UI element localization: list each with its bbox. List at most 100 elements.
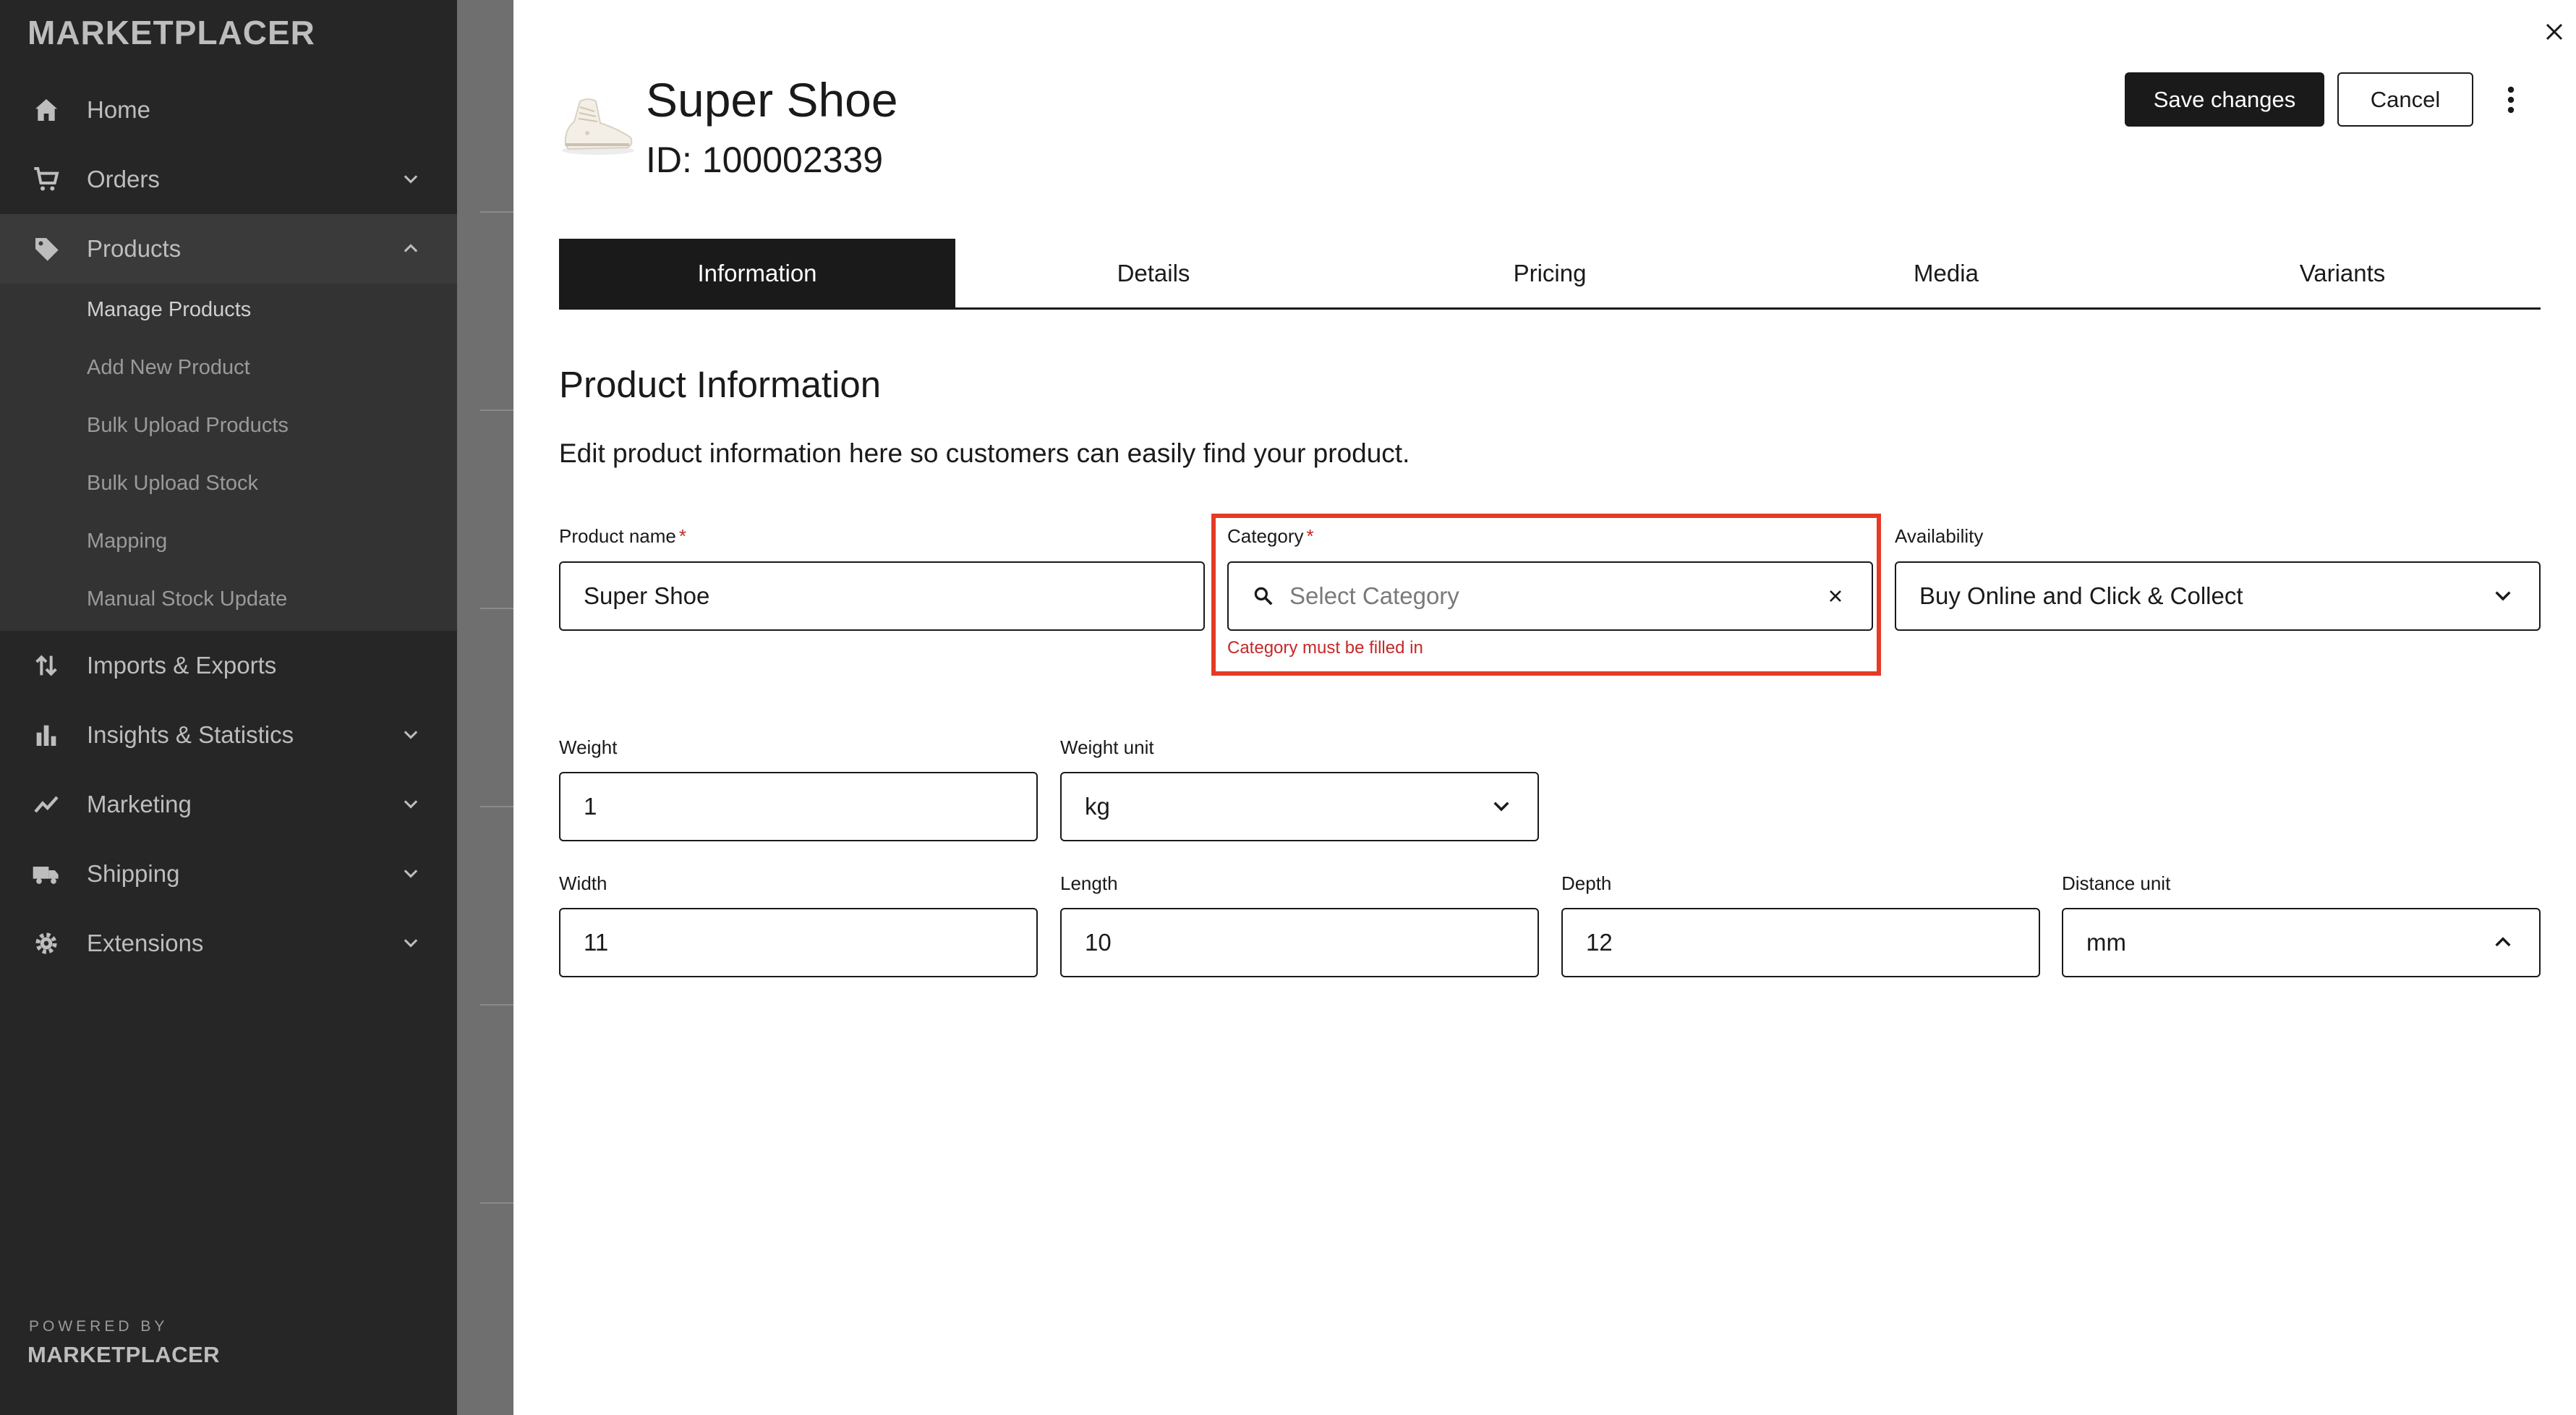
required-marker: * [678,525,686,547]
label-text: Product name [559,525,676,547]
sidebar-item-home[interactable]: Home [0,75,457,145]
depth-input[interactable]: 12 [1561,908,2040,977]
close-icon[interactable] [2538,16,2570,48]
length-input[interactable]: 10 [1060,908,1539,977]
tab-bar: Information Details Pricing Media Varian… [559,239,2541,310]
weight-label: Weight [559,736,618,758]
chevron-down-icon [395,858,427,890]
select-value: mm [2086,929,2126,956]
sidebar-subitem-manual-stock-update[interactable]: Manual Stock Update [87,587,287,611]
sidebar-item-label: Shipping [87,860,180,887]
search-icon [1250,583,1276,609]
sidebar-item-products[interactable]: Products [0,214,457,284]
availability-select[interactable]: Buy Online and Click & Collect [1895,561,2541,631]
chevron-down-icon [395,927,427,959]
section-description: Edit product information here so custome… [559,438,1410,468]
select-value: kg [1085,793,1110,820]
chevron-up-icon [395,233,427,265]
chevron-down-icon [2487,580,2519,612]
sidebar-item-marketing[interactable]: Marketing [0,770,457,839]
category-label: Category * [1227,525,1314,548]
width-input[interactable]: 11 [559,908,1038,977]
chevron-down-icon [395,719,427,751]
sidebar-item-imports-exports[interactable]: Imports & Exports [0,631,457,700]
brand-logo: MARKETPLACER [27,14,315,51]
product-name-label: Product name * [559,525,686,548]
sidebar-subitem-bulk-upload-products[interactable]: Bulk Upload Products [87,414,289,438]
width-label: Width [559,872,607,894]
sidebar-item-label: Marketing [87,791,192,817]
sidebar-item-orders[interactable]: Orders [0,145,457,214]
label-text: Category [1227,525,1304,547]
weight-unit-label: Weight unit [1060,736,1154,758]
category-error-message: Category must be filled in [1227,638,1423,658]
sidebar-item-label: Home [87,96,151,123]
sidebar-item-insights-statistics[interactable]: Insights & Statistics [0,700,457,770]
sidebar: MARKETPLACER Home Orders Products Manage… [0,0,457,1415]
tag-icon [29,231,64,266]
tab-media[interactable]: Media [1748,239,2144,307]
modal-backdrop[interactable] [457,0,513,1415]
cart-icon [29,162,64,197]
sidebar-item-shipping[interactable]: Shipping [0,839,457,909]
select-value: Buy Online and Click & Collect [1919,582,2243,609]
product-thumbnail [558,93,638,158]
weight-unit-select[interactable]: kg [1060,772,1539,841]
trend-line-icon [29,787,64,822]
section-title: Product Information [559,364,882,405]
save-changes-button[interactable]: Save changes [2125,72,2324,127]
sidebar-subitem-manage-products[interactable]: Manage Products [87,298,251,322]
sidebar-item-label: Extensions [87,930,204,956]
sidebar-subitem-mapping[interactable]: Mapping [87,530,167,553]
products-submenu: Manage Products Add New Product Bulk Upl… [0,284,457,631]
sidebar-subitem-add-new-product[interactable]: Add New Product [87,356,250,380]
sidebar-item-label: Insights & Statistics [87,721,294,748]
clear-icon[interactable] [1820,580,1851,612]
truck-icon [29,857,64,891]
home-icon [29,93,64,127]
sidebar-subitem-bulk-upload-stock[interactable]: Bulk Upload Stock [87,472,258,496]
tab-variants[interactable]: Variants [2144,239,2541,307]
powered-by-text: POWERED BY [29,1318,169,1335]
footer-brand-logo: MARKETPLACER [27,1342,221,1367]
sidebar-item-label: Orders [87,166,160,192]
input-placeholder: Select Category [1289,582,1459,609]
backdrop-divider [480,608,513,609]
cancel-button[interactable]: Cancel [2337,72,2473,127]
backdrop-divider [480,211,513,213]
distance-unit-label: Distance unit [2062,872,2171,894]
availability-label: Availability [1895,525,1984,547]
product-title: Super Shoe [646,73,898,127]
chevron-down-icon [395,789,427,820]
sidebar-item-label: Products [87,235,182,262]
tab-information[interactable]: Information [559,239,955,307]
input-value: 10 [1085,929,1112,956]
edit-product-modal: Super Shoe ID: 100002339 Save changes Ca… [513,0,2576,1415]
product-id: ID: 100002339 [646,140,884,180]
required-marker: * [1306,525,1314,547]
tab-pricing[interactable]: Pricing [1352,239,1748,307]
more-options-icon[interactable] [2498,82,2524,117]
backdrop-divider [480,1004,513,1006]
category-search-input[interactable]: Select Category [1227,561,1873,631]
input-value: 1 [584,793,597,820]
product-name-input[interactable]: Super Shoe [559,561,1205,631]
backdrop-divider [480,1202,513,1204]
input-value: 11 [584,929,609,956]
sidebar-item-label: Imports & Exports [87,652,277,679]
chevron-up-icon [2487,927,2519,959]
chevron-down-icon [395,163,427,195]
import-export-icon [29,648,64,683]
backdrop-divider [480,409,513,411]
bar-chart-icon [29,718,64,752]
chevron-down-icon [1485,791,1517,823]
distance-unit-select[interactable]: mm [2062,908,2541,977]
input-value: Super Shoe [584,582,710,609]
tab-details[interactable]: Details [955,239,1352,307]
weight-input[interactable]: 1 [559,772,1038,841]
backdrop-divider [480,806,513,807]
sidebar-item-extensions[interactable]: Extensions [0,909,457,978]
input-value: 12 [1586,929,1613,956]
depth-label: Depth [1561,872,1612,894]
gear-icon [29,926,64,961]
